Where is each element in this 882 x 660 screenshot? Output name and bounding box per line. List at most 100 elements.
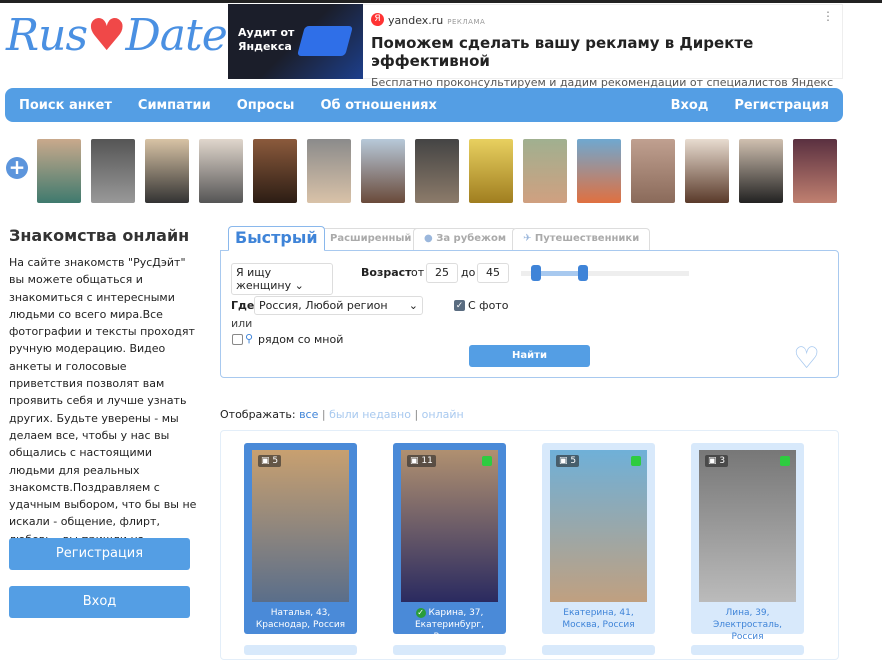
profile-name: Карина, 37, [428, 608, 484, 618]
user-thumbnail[interactable] [631, 139, 675, 203]
photo-count: ▣ 5 [556, 455, 580, 467]
profile-photo[interactable]: ▣ 11 [401, 450, 498, 602]
tab-travelers[interactable]: ✈ Путешественники [512, 228, 651, 250]
profile-card[interactable] [393, 645, 506, 655]
logo-text: Rus [6, 10, 88, 61]
yandex-icon: Я [371, 13, 384, 26]
nav-likes[interactable]: Симпатии [138, 98, 211, 113]
nav-relationships[interactable]: Об отношениях [320, 98, 436, 113]
sidebar-title: Знакомства онлайн [9, 226, 190, 245]
nearby-label: рядом со мной [258, 333, 344, 346]
with-photo-label: С фото [468, 299, 509, 312]
plane-icon: ✈ [523, 233, 532, 244]
tab-label: Расширенный [330, 233, 412, 244]
age-to-input[interactable]: 45 [477, 263, 509, 283]
user-thumbnail[interactable] [253, 139, 297, 203]
user-thumbnail[interactable] [739, 139, 783, 203]
slider-handle-min[interactable] [531, 265, 541, 281]
user-thumbnail[interactable] [415, 139, 459, 203]
user-thumbnail[interactable] [793, 139, 837, 203]
search-form: Я ищу женщину ⌄ Возраст от 25 до 45 Где … [220, 250, 839, 378]
nav-search[interactable]: Поиск анкет [19, 98, 112, 113]
profile-card[interactable] [691, 645, 804, 655]
nav-polls[interactable]: Опросы [237, 98, 295, 113]
profile-caption[interactable]: Екатерина, 41, Москва, Россия [550, 607, 647, 631]
hearts-icon: ♡ [793, 341, 820, 376]
heart-icon: ♥ [87, 10, 126, 61]
profile-card[interactable] [542, 645, 655, 655]
display-filter: Отображать: все | были недавно | онлайн [220, 408, 464, 421]
user-thumbnail[interactable] [685, 139, 729, 203]
camera-icon: ▣ [708, 456, 717, 466]
gender-select[interactable]: Я ищу женщину ⌄ [231, 263, 333, 295]
user-thumbnail[interactable] [37, 139, 81, 203]
ad-domain: yandex.ru [388, 14, 444, 27]
nav-login[interactable]: Вход [671, 98, 709, 113]
browser-top-bar [0, 0, 882, 3]
with-photo-checkbox[interactable]: ✓ [454, 300, 465, 311]
filter-online[interactable]: онлайн [422, 408, 464, 421]
logo-text: Date [125, 10, 228, 61]
user-thumbnail[interactable] [469, 139, 513, 203]
online-indicator [780, 456, 790, 466]
profile-photo[interactable]: ▣ 3 [699, 450, 796, 602]
tab-abroad[interactable]: ● За рубежом [413, 228, 517, 250]
login-button[interactable]: Вход [9, 586, 190, 618]
profile-caption[interactable]: Лина, 39, Электросталь, Россия [699, 607, 796, 643]
user-thumbnail[interactable] [91, 139, 135, 203]
age-label: Возраст [361, 266, 412, 279]
profile-card[interactable]: ▣ 11 ✓ Карина, 37, Екатеринбург, Россия [393, 443, 506, 642]
profile-city: Екатеринбург, Россия [414, 620, 485, 642]
user-thumbnail[interactable] [199, 139, 243, 203]
tab-advanced[interactable]: Расширенный [319, 228, 423, 250]
user-thumbnail[interactable] [577, 139, 621, 203]
profile-card[interactable] [244, 645, 357, 655]
ad-banner[interactable]: Яyandex.ru РЕКЛАМА ⋮ Поможем сделать вашу… [363, 4, 843, 102]
more-icon[interactable]: ⋮ [822, 9, 834, 23]
add-photo-icon[interactable]: + [6, 157, 28, 179]
profile-card[interactable]: ▣ 5 Екатерина, 41, Москва, Россия [542, 443, 655, 634]
profile-name: Наталья, 43, [270, 608, 331, 618]
profile-name: Лина, 39, [725, 608, 770, 618]
slider-handle-max[interactable] [578, 265, 588, 281]
age-slider[interactable] [521, 265, 689, 281]
profile-caption[interactable]: Наталья, 43, Краснодар, Россия [252, 607, 349, 631]
register-button[interactable]: Регистрация [9, 538, 190, 570]
filter-recent[interactable]: были недавно [329, 408, 411, 421]
camera-icon: ▣ [261, 456, 270, 466]
globe-icon: ● [424, 233, 433, 244]
age-from-input[interactable]: 25 [426, 263, 458, 283]
camera-icon: ▣ [410, 456, 419, 466]
profile-card[interactable]: ▣ 5 Наталья, 43, Краснодар, Россия [244, 443, 357, 634]
ad-label: РЕКЛАМА [447, 18, 486, 26]
profile-card[interactable]: ▣ 3 Лина, 39, Электросталь, Россия [691, 443, 804, 642]
profile-photo[interactable]: ▣ 5 [550, 450, 647, 602]
online-indicator [482, 456, 492, 466]
display-label: Отображать: [220, 408, 296, 421]
user-thumbnail[interactable] [523, 139, 567, 203]
user-thumbnail[interactable] [361, 139, 405, 203]
tab-quick[interactable]: Быстрый [228, 226, 325, 251]
user-thumbnail[interactable] [145, 139, 189, 203]
profile-caption[interactable]: ✓ Карина, 37, Екатеринбург, Россия [401, 607, 498, 643]
region-select[interactable]: Россия, Любой регион ⌄ [254, 296, 423, 315]
main-nav: Поиск анкет Симпатии Опросы Об отношения… [5, 88, 843, 122]
profile-photo[interactable]: ▣ 5 [252, 450, 349, 602]
find-button[interactable]: Найти [469, 345, 590, 367]
online-indicator [631, 456, 641, 466]
verified-icon: ✓ [415, 608, 426, 618]
profile-city: Электросталь, Россия [712, 620, 783, 642]
profile-city: Краснодар, Россия [255, 620, 346, 630]
filter-all[interactable]: все [299, 408, 318, 421]
user-thumbnail[interactable] [307, 139, 351, 203]
from-label: от [411, 266, 425, 279]
ad-image[interactable]: Аудит от Яндекса [228, 4, 363, 79]
ad-title[interactable]: Поможем сделать вашу рекламу в Директе э… [371, 34, 834, 70]
logo[interactable]: Rus♥Date [6, 10, 228, 61]
tab-label: Путешественники [534, 233, 640, 244]
photo-count: ▣ 11 [407, 455, 436, 467]
nav-register[interactable]: Регистрация [734, 98, 829, 113]
nearby-checkbox[interactable] [232, 334, 243, 345]
camera-icon: ▣ [559, 456, 568, 466]
photo-count: ▣ 5 [258, 455, 282, 467]
